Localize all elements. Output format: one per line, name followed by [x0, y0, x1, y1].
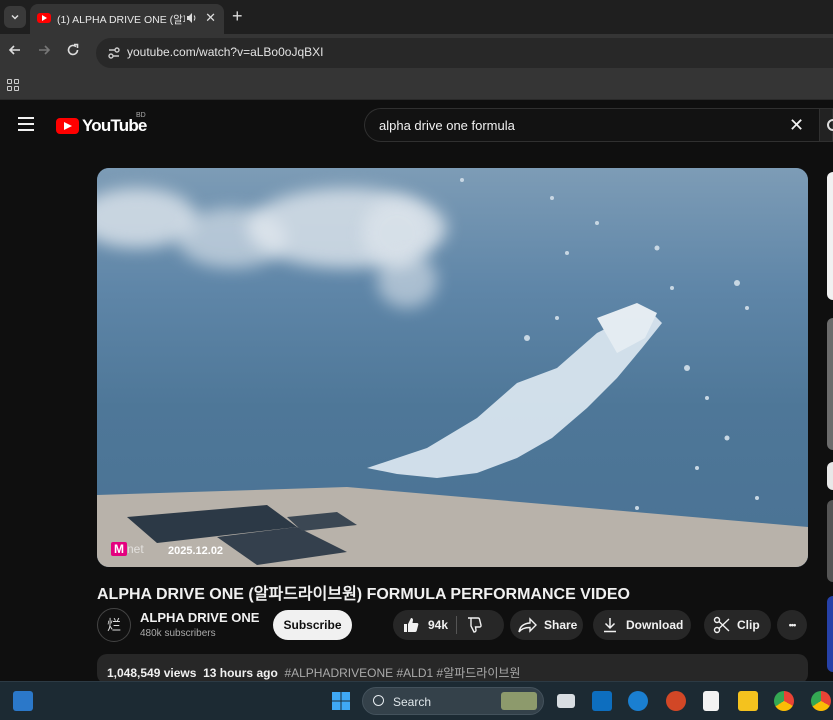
bookmarks-bar [0, 72, 833, 100]
file-explorer-icon[interactable] [738, 691, 758, 711]
video-title: ALPHA DRIVE ONE (알파드라이브원) FORMULA PERFOR… [97, 586, 630, 603]
browser-toolbar: youtube.com/watch?v=aLBo0oJqBXI [0, 34, 833, 72]
thumbs-down-icon [468, 616, 482, 633]
related-video-thumbnail[interactable] [827, 500, 833, 582]
download-label: Download [626, 618, 684, 632]
browser-tab-strip: (1) ALPHA DRIVE ONE (알파 ✕ + [0, 0, 833, 34]
tab-close-button[interactable]: ✕ [205, 10, 216, 26]
clip-button[interactable]: Clip [704, 610, 771, 640]
share-icon [518, 617, 537, 633]
windows-taskbar: Search [0, 681, 833, 720]
address-bar[interactable]: youtube.com/watch?v=aLBo0oJqBXI [96, 38, 833, 68]
forward-icon[interactable] [37, 43, 51, 61]
thumbs-up-icon [404, 618, 419, 632]
site-info-icon[interactable] [106, 45, 122, 61]
notepad-icon[interactable] [703, 691, 719, 711]
audio-playing-icon[interactable] [186, 12, 198, 27]
url-text: youtube.com/watch?v=aLBo0oJqBXI [127, 45, 324, 59]
more-actions-button[interactable]: ••• [777, 610, 807, 640]
youtube-play-icon [56, 118, 79, 134]
youtube-logo-text: YouTube [82, 116, 147, 135]
related-chip[interactable] [827, 462, 833, 490]
share-button[interactable]: Share [510, 610, 583, 640]
youtube-favicon-icon [37, 13, 51, 23]
youtube-logo[interactable]: YouTube BD [56, 112, 147, 136]
task-view-icon[interactable] [557, 694, 575, 708]
menu-icon[interactable] [18, 117, 34, 131]
share-label: Share [544, 618, 578, 632]
browser-tab-active[interactable]: (1) ALPHA DRIVE ONE (알파 ✕ [30, 4, 224, 34]
related-video-thumbnail[interactable] [827, 596, 833, 672]
subscriber-count: 480k subscribers [140, 628, 216, 639]
like-dislike-group: 94k [393, 610, 504, 640]
tab-title: (1) ALPHA DRIVE ONE (알파 [57, 14, 185, 26]
view-count: 1,048,549 views [107, 666, 197, 680]
search-button[interactable] [819, 108, 833, 142]
hashtags[interactable]: #ALPHADRIVEONE #ALD1 #알파드라이브원 [284, 666, 520, 680]
related-video-thumbnail[interactable] [827, 318, 833, 450]
reload-icon[interactable] [66, 43, 80, 61]
taskbar-search[interactable]: Search [362, 687, 544, 715]
tab-search-button[interactable] [4, 6, 26, 28]
new-tab-button[interactable]: + [232, 6, 243, 27]
like-button[interactable]: 94k [402, 616, 448, 634]
back-icon[interactable] [8, 43, 22, 61]
like-divider [456, 616, 458, 634]
powerpoint-icon[interactable] [666, 691, 686, 711]
taskbar-search-label: Search [393, 695, 432, 709]
video-player[interactable]: Mnet 2025.12.02 [97, 168, 808, 567]
like-count: 94k [428, 618, 449, 632]
side-panel-card[interactable] [827, 172, 833, 300]
start-button[interactable] [331, 691, 351, 711]
mnet-watermark: Mnet [111, 542, 144, 556]
chrome-icon[interactable] [774, 691, 794, 711]
description-box[interactable]: 1,048,549 views 13 hours ago #ALPHADRIVE… [97, 654, 808, 684]
edge-icon[interactable] [628, 691, 648, 711]
search-icon [373, 695, 384, 706]
search-highlight-image [501, 692, 537, 710]
widgets-icon[interactable] [13, 691, 33, 711]
watermark-date: 2025.12.02 [168, 545, 224, 557]
search-icon [827, 119, 833, 131]
apps-grid-icon[interactable] [7, 79, 19, 91]
dislike-button[interactable] [465, 615, 483, 636]
channel-avatar[interactable]: 烂 [97, 608, 131, 642]
search-query: alpha drive one formula [379, 118, 515, 133]
chevron-down-icon [11, 14, 19, 20]
description-meta: 1,048,549 views 13 hours ago #ALPHADRIVE… [107, 664, 520, 681]
clear-search-button[interactable]: ✕ [789, 115, 804, 136]
chrome-profile-icon[interactable] [811, 691, 831, 711]
upload-age: 13 hours ago [203, 666, 278, 680]
app-icon[interactable] [592, 691, 612, 711]
country-code: BD [136, 112, 146, 119]
search-input[interactable]: alpha drive one formula ✕ [364, 108, 819, 142]
subscribe-button[interactable]: Subscribe [273, 610, 352, 640]
download-button[interactable]: Download [593, 610, 691, 640]
youtube-header: YouTube BD alpha drive one formula ✕ [0, 100, 833, 150]
scissors-icon [713, 616, 730, 634]
download-icon [604, 618, 616, 633]
channel-name[interactable]: ALPHA DRIVE ONE [140, 610, 259, 625]
clip-label: Clip [737, 618, 760, 632]
